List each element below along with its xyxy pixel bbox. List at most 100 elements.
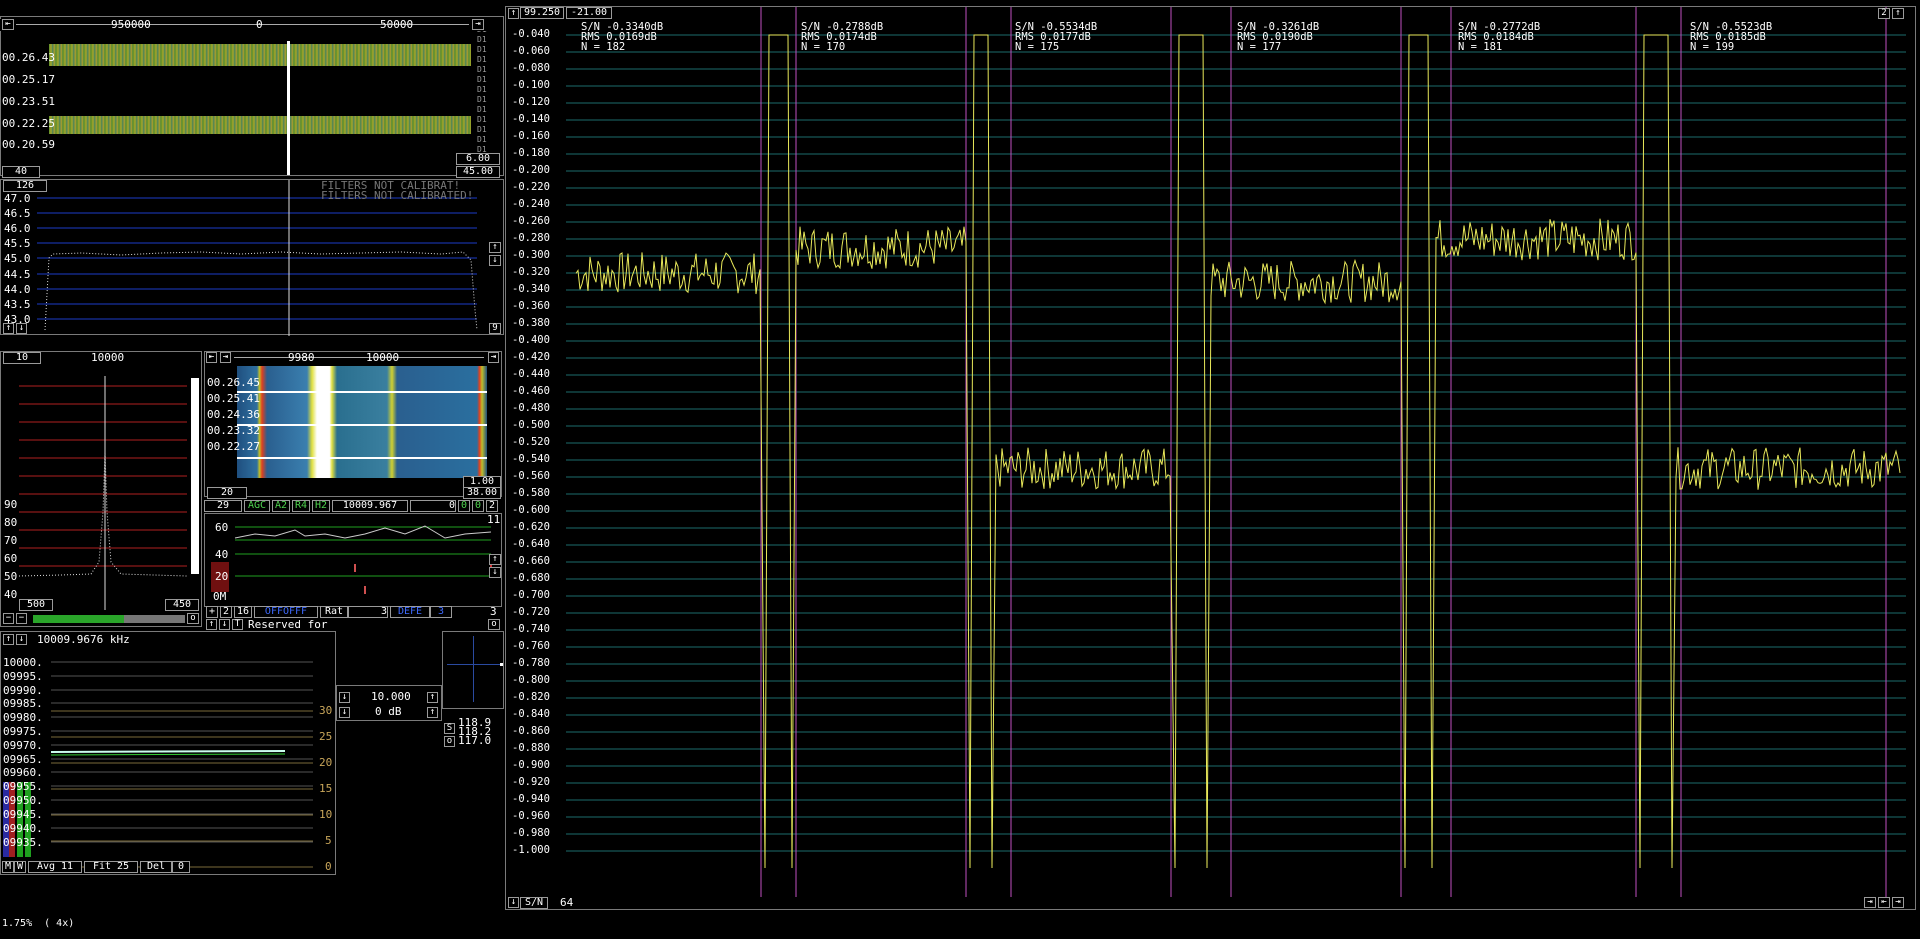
highres-freq-scale[interactable]: ⇤ ⇥ 9980 10000 ⇥ <box>206 352 502 364</box>
waterfall-offset-box[interactable]: 45.00 <box>456 166 500 178</box>
audio-controls-row[interactable]: + 2 16 OFFOFFF Rat 3 DEFE 3 3 <box>204 606 502 618</box>
audio-down-button[interactable]: ↓ <box>489 567 501 578</box>
defe-value[interactable]: 3 <box>430 606 452 618</box>
s-button[interactable]: S <box>444 723 455 734</box>
baseband-o-button[interactable]: o <box>187 613 199 624</box>
freqlog-down[interactable]: ↓ <box>16 634 27 645</box>
frequency-log-panel[interactable]: ↑ ↓ 10009.9676 kHz 10000. 09995. 09990. … <box>0 631 336 875</box>
freqlog-m-button[interactable]: M <box>2 861 14 873</box>
spectrum-down-button[interactable]: ↓ <box>489 255 501 266</box>
step-down[interactable]: ↓ <box>339 692 350 703</box>
baseband-minus-2[interactable]: − <box>16 613 27 624</box>
freqlog-y-1: 10000. <box>3 656 43 669</box>
waterfall-avg-box[interactable]: 40 <box>2 166 40 178</box>
spectrum-up-button[interactable]: ↑ <box>489 242 501 253</box>
highres-scroll-end[interactable]: ⇥ <box>488 352 499 363</box>
spectrum-scroll-up[interactable]: ↑ <box>3 323 14 334</box>
spectrum-right-button[interactable]: 9 <box>489 323 501 334</box>
highres-separator-2 <box>237 424 487 426</box>
highres-waterfall-panel[interactable]: 00.26.45 00.25.41 00.24.36 00.23.32 00.2… <box>204 351 502 499</box>
freqlog-del-value[interactable]: 0 <box>172 861 190 873</box>
reserved-row[interactable]: ↑ ↓ T Reserved for o <box>204 619 502 631</box>
plot-sn-button[interactable]: S/N <box>520 897 548 909</box>
mode-button-1[interactable]: 0 <box>458 500 470 512</box>
plot-y-label: -0.840 <box>512 708 550 720</box>
plot-y-label: -0.640 <box>512 538 550 550</box>
sixteen-box[interactable]: 16 <box>234 606 252 618</box>
mode-button-3[interactable]: 2 <box>486 500 498 512</box>
h2-button[interactable]: H2 <box>312 500 330 512</box>
freq-tick-3: 50000 <box>380 18 414 31</box>
freqlog-avg-box[interactable]: Avg 11 <box>28 861 82 873</box>
baseband-y-6: 40 <box>4 588 18 601</box>
freqlog-del-label[interactable]: Del <box>140 861 172 873</box>
rat-value[interactable]: 3 <box>348 606 388 618</box>
waterfall-gain-box[interactable]: 6.00 <box>456 153 500 165</box>
plot-bottom-down[interactable]: ↓ <box>508 897 519 908</box>
db-up[interactable]: ↑ <box>427 707 438 718</box>
signal-plot-panel[interactable]: ↑ 99.250 -21.00 2 ↑ -0.040 -0.060 -0.080 -0… <box>505 6 1916 910</box>
reserved-down[interactable]: ↓ <box>219 619 230 630</box>
two-button[interactable]: 2 <box>220 606 232 618</box>
freqlog-up[interactable]: ↑ <box>3 634 14 645</box>
audio-spectrum-panel[interactable]: 60 40 20 0M 11 ↑ ↓ <box>204 513 502 607</box>
tuned-frequency[interactable]: 10009.967 <box>332 500 408 512</box>
scroll-right-button[interactable]: ⇥ <box>472 19 484 30</box>
plot-scroll-right-2[interactable]: ⇥ <box>1892 897 1904 908</box>
plot-y-label: -0.400 <box>512 334 550 346</box>
freqlog-w-button[interactable]: W <box>14 861 26 873</box>
plot-bottom-bar[interactable]: ↓ S/N 64 ⇥ ⇤ ⇥ <box>506 897 1915 909</box>
baseband-high-box[interactable]: 450 <box>165 599 199 611</box>
plot-up-button[interactable]: ↑ <box>508 8 519 19</box>
wideband-spectrum-panel[interactable]: 126 FILTERS NOT CALIBRAT! FILTERS NOT CA… <box>0 179 504 336</box>
plot-page-button[interactable]: 2 <box>1878 8 1890 19</box>
highres-scroll-right[interactable]: ⇥ <box>220 352 231 363</box>
bandwidth-box[interactable]: 29 <box>204 500 242 512</box>
spectrum-scroll-down[interactable]: ↓ <box>16 323 27 334</box>
waterfall-freq-scale[interactable]: ⇤ 950000 0 50000 ⇥ <box>0 19 486 31</box>
plus-button[interactable]: + <box>206 606 218 618</box>
highres-avg-box[interactable]: 20 <box>207 487 247 499</box>
spectrum-avg-box[interactable]: 126 <box>3 180 47 192</box>
scroll-left-button[interactable]: ⇤ <box>2 19 14 30</box>
mode-button-2[interactable]: 0 <box>472 500 484 512</box>
plot-y-label: -0.540 <box>512 453 550 465</box>
plot-close-button[interactable]: ↑ <box>1892 8 1904 19</box>
offset-zero-box[interactable]: 0 <box>410 500 456 512</box>
freqlog-controls[interactable]: M W Avg 11 Fit 25 Del 0 <box>0 861 336 873</box>
freqlog-y-11: 09950. <box>3 794 43 807</box>
baseband-minus-1[interactable]: − <box>3 613 14 624</box>
r4-button[interactable]: R4 <box>292 500 310 512</box>
o-button[interactable]: o <box>444 736 455 747</box>
audio-up-button[interactable]: ↑ <box>489 554 501 565</box>
step-panel[interactable]: ↓ 10.000 ↑ ↓ 0 dB ↑ <box>336 685 442 721</box>
plot-scroll-right-1[interactable]: ⇥ <box>1864 897 1876 908</box>
step-up[interactable]: ↑ <box>427 692 438 703</box>
plot-offset-box[interactable]: -21.00 <box>566 7 612 19</box>
freqlog-fit-box[interactable]: Fit 25 <box>84 861 138 873</box>
baseband-avg-box[interactable]: 10 <box>3 352 41 364</box>
highres-scroll-left[interactable]: ⇤ <box>206 352 217 363</box>
offoff-toggle[interactable]: OFFOFFF <box>254 606 318 618</box>
db-down[interactable]: ↓ <box>339 707 350 718</box>
plot-scale-box[interactable]: 99.250 <box>520 7 564 19</box>
reserved-o[interactable]: o <box>488 619 500 630</box>
highres-time-2: 00.25.41 <box>207 392 260 405</box>
segment-stat-n: N = 181 <box>1458 41 1503 53</box>
plot-scroll-left[interactable]: ⇤ <box>1878 897 1890 908</box>
baseband-low-box[interactable]: 500 <box>19 599 53 611</box>
xy-scope-panel[interactable] <box>442 631 504 709</box>
freqlog-y-3: 09990. <box>3 684 43 697</box>
baseband-spectrum-panel[interactable]: 10 10000 90 80 70 60 50 40 500 450 − − o <box>0 351 202 627</box>
rat-label[interactable]: Rat <box>320 606 348 618</box>
filter-warning-2: FILTERS NOT CALIBRATED! <box>321 189 474 202</box>
reserved-t[interactable]: T <box>232 619 243 630</box>
reserved-up[interactable]: ↑ <box>206 619 217 630</box>
a2-button[interactable]: A2 <box>272 500 290 512</box>
receiver-controls-row[interactable]: 29 AGC A2 R4 H2 10009.967 0 0 0 2 <box>204 500 502 512</box>
defe-toggle[interactable]: DEFE <box>390 606 430 618</box>
wideband-waterfall-panel[interactable]: D1D1D1D1D1D1D1D1D1D1D1D1D1D1 <box>0 16 504 176</box>
highres-time-4: 00.23.32 <box>207 424 260 437</box>
highres-offset-box[interactable]: 38.00 <box>463 487 501 499</box>
agc-button[interactable]: AGC <box>244 500 270 512</box>
